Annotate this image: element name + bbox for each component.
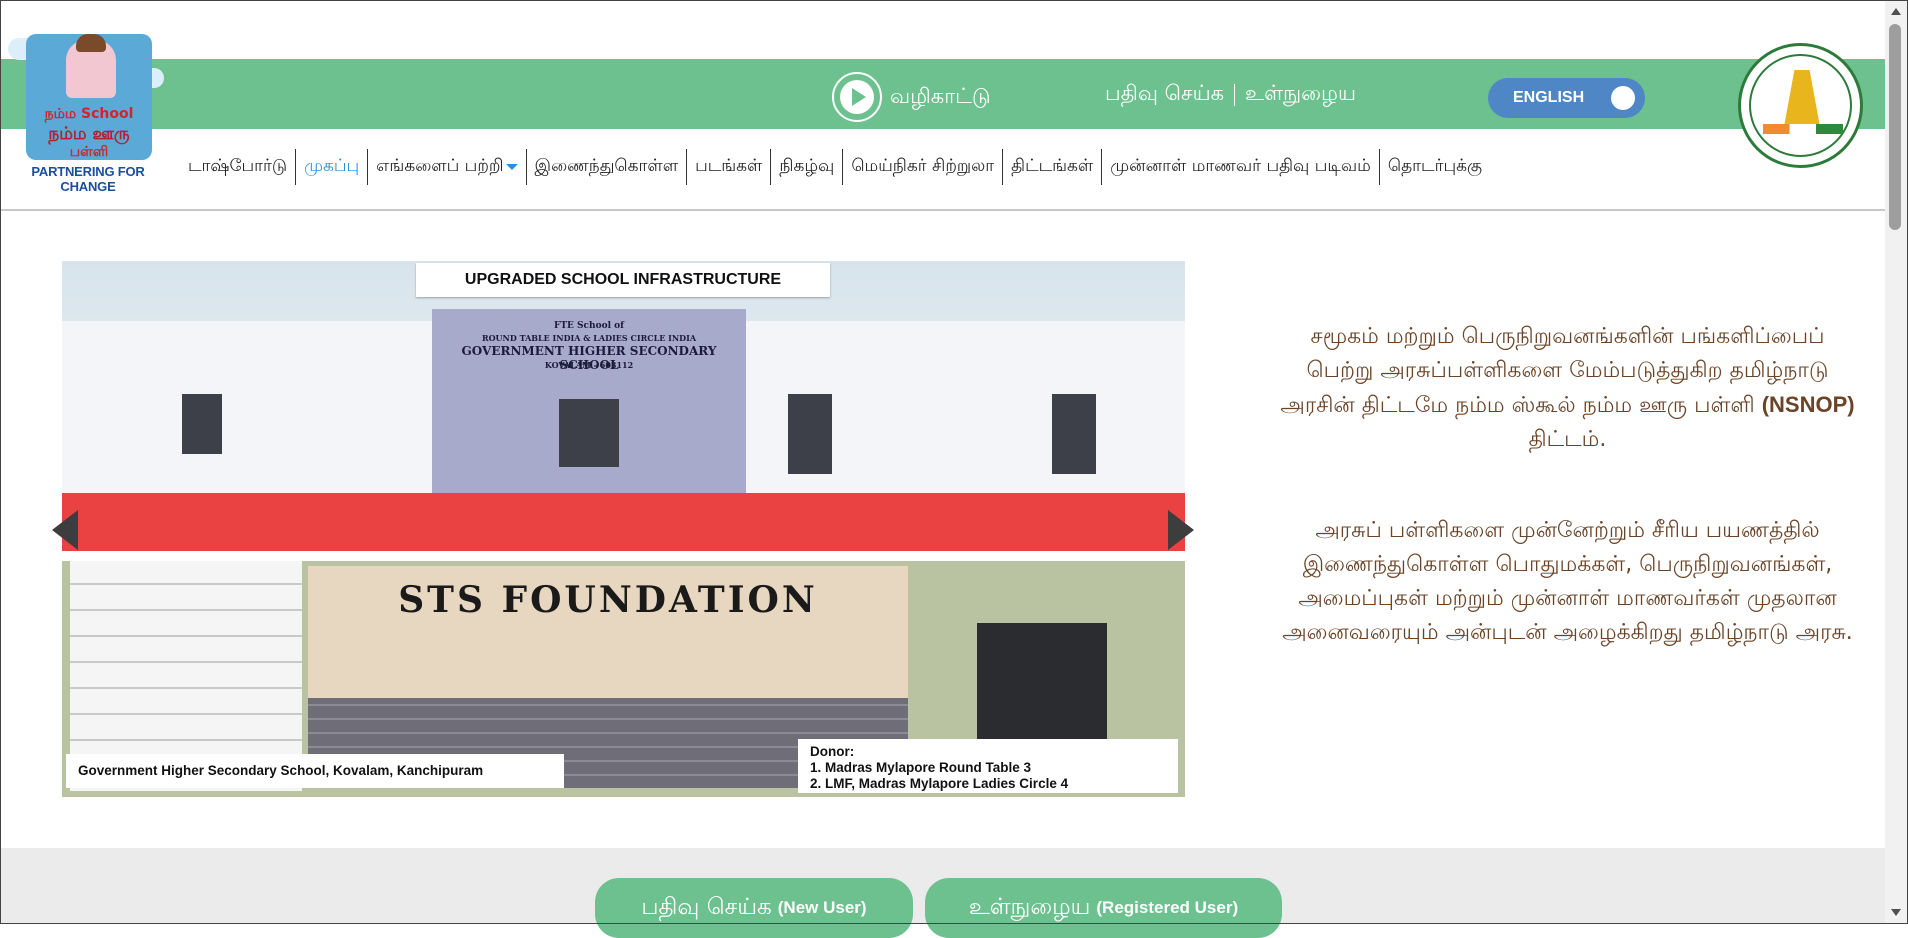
- header-login-link[interactable]: உள்நுழைய: [1245, 81, 1356, 108]
- intro-end: திட்டம்.: [1528, 427, 1607, 452]
- toggle-knob: [1611, 86, 1635, 110]
- vertical-scrollbar[interactable]: [1885, 0, 1907, 924]
- logo-line-2: நம்ம ஊரு: [48, 124, 130, 144]
- carousel-next-icon[interactable]: [1168, 510, 1194, 550]
- foundation-name: STS FOUNDATION: [398, 579, 818, 621]
- sign-line-4: KOVALAM - 603112: [544, 360, 634, 370]
- guide-label: வழிகாட்டு: [890, 83, 991, 108]
- sign-line-1: FTE School of: [553, 321, 625, 331]
- nav-item-events[interactable]: நிகழ்வு: [771, 149, 844, 185]
- login-button-label: உள்நுழைய: [968, 893, 1091, 920]
- donor-heading: Donor:: [810, 744, 855, 759]
- carousel-slide[interactable]: FTE School of ROUND TABLE INDIA & LADIES…: [62, 261, 1185, 797]
- header-divider: [0, 209, 1885, 211]
- nav-item-about[interactable]: எங்களைப் பற்றி: [368, 149, 527, 185]
- chevron-down-icon: [505, 164, 518, 170]
- play-icon[interactable]: [832, 72, 882, 122]
- register-button-sub: (New User): [777, 898, 867, 917]
- banner-caption: Government Higher Secondary School, Kova…: [66, 754, 564, 788]
- logo-line-3: பள்ளி: [69, 144, 109, 160]
- partnering-tagline: PARTNERING FOR CHANGE: [31, 164, 145, 194]
- intro-acronym: (NSNOP): [1761, 392, 1855, 417]
- donor-line-1: 1. Madras Mylapore Round Table 3: [810, 760, 1032, 775]
- login-button[interactable]: உள்நுழைய (Registered User): [925, 878, 1282, 938]
- login-button-sub: (Registered User): [1096, 898, 1239, 917]
- logo-line-1: நம்ம School: [44, 106, 134, 122]
- language-toggle-label: ENGLISH: [1513, 89, 1585, 106]
- scrollbar-thumb[interactable]: [1889, 24, 1901, 230]
- banner-title: UPGRADED SCHOOL INFRASTRUCTURE: [416, 263, 830, 297]
- nav-item-home[interactable]: முகப்பு: [296, 149, 369, 185]
- header-register-link[interactable]: பதிவு செய்க: [1105, 81, 1224, 108]
- scroll-down-icon[interactable]: [1891, 909, 1901, 916]
- nav-item-alumni-form[interactable]: முன்னாள் மாணவர் பதிவு படிவம்: [1102, 149, 1380, 185]
- register-button-label: பதிவு செய்க: [641, 893, 772, 920]
- plaque: [977, 623, 1107, 753]
- scroll-up-icon[interactable]: [1891, 8, 1901, 15]
- header-auth-links: பதிவு செய்க உள்நுழைய: [1105, 81, 1356, 108]
- sign-line-2: ROUND TABLE INDIA & LADIES CIRCLE INDIA: [481, 333, 697, 343]
- logo-badge: நம்ம School நம்ம ஊரு பள்ளி: [26, 34, 152, 160]
- school-entrance: FTE School of ROUND TABLE INDIA & LADIES…: [432, 309, 746, 499]
- donor-line-2: 2. LMF, Madras Mylapore Ladies Circle 4: [810, 776, 1069, 791]
- invitation-paragraph: அரசுப் பள்ளிகளை முன்னேற்றும் சீரிய பயணத்…: [1282, 518, 1853, 645]
- nav-item-dashboard[interactable]: டாஷ்போர்டு: [180, 149, 297, 185]
- intro-paragraph: சமூகம் மற்றும் பெருநிறுவனங்களின் பங்களிப…: [1280, 320, 1855, 457]
- separator: [1234, 83, 1236, 106]
- carousel-prev-icon[interactable]: [52, 510, 78, 550]
- kids-illustration-icon: [66, 34, 116, 98]
- main-nav: டாஷ்போர்டு முகப்பு எங்களைப் பற்றி இணைந்த…: [180, 149, 1490, 185]
- nsnop-logo[interactable]: நம்ம School நம்ம ஊரு பள்ளி PARTNERING FO…: [8, 16, 164, 194]
- donor-box: Donor: 1. Madras Mylapore Round Table 3 …: [798, 739, 1178, 793]
- intro-text: சமூகம் மற்றும் பெருநிறுவனங்களின் பங்களிப…: [1280, 324, 1829, 418]
- register-button[interactable]: பதிவு செய்க (New User): [595, 878, 913, 938]
- red-carpet: [62, 493, 1185, 551]
- language-toggle[interactable]: ENGLISH: [1488, 78, 1645, 118]
- guide-link[interactable]: வழிகாட்டு: [832, 71, 991, 123]
- nav-item-virtual-tour[interactable]: மெய்நிகர் சிற்றுலா: [843, 149, 1004, 185]
- nav-item-contact[interactable]: தொடர்புக்கு: [1380, 149, 1490, 185]
- nav-item-join[interactable]: இணைந்துகொள்ள: [527, 149, 688, 185]
- tamil-nadu-emblem-icon: [1738, 43, 1863, 168]
- nav-item-photos[interactable]: படங்கள்: [687, 149, 772, 185]
- nav-item-projects[interactable]: திட்டங்கள்: [1003, 149, 1103, 185]
